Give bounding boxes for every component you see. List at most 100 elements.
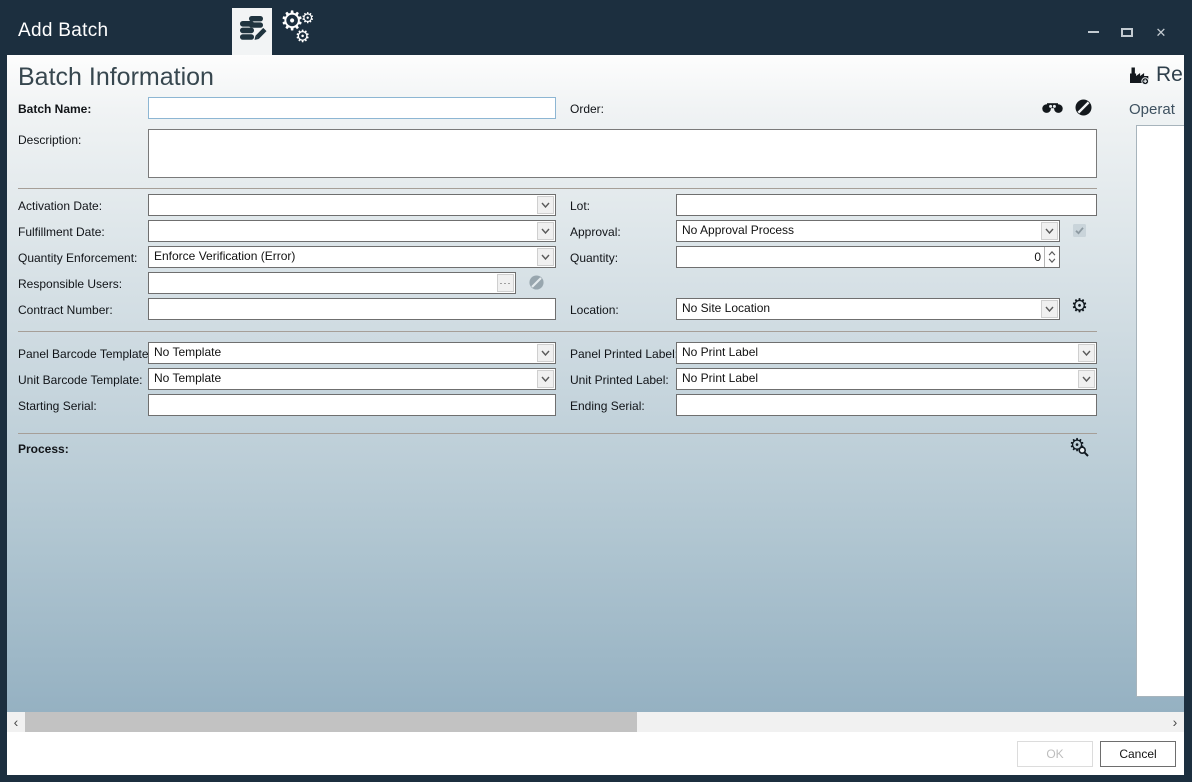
quantity-label: Quantity: — [570, 251, 618, 265]
quantity-enforcement-label: Quantity Enforcement: — [18, 251, 137, 265]
scrollbar-thumb[interactable] — [25, 712, 637, 732]
starting-serial-label: Starting Serial: — [18, 399, 97, 413]
browse-ellipsis-button[interactable]: ··· — [497, 274, 514, 292]
panel-barcode-template-value: No Template — [149, 343, 536, 363]
approval-value: No Approval Process — [677, 221, 1040, 241]
batch-name-label: Batch Name: — [18, 102, 91, 116]
minimize-button[interactable] — [1084, 24, 1102, 40]
chevron-down-icon — [1078, 344, 1095, 362]
location-value: No Site Location — [677, 299, 1040, 319]
approval-label: Approval: — [570, 225, 621, 239]
panel-printed-label-value: No Print Label — [677, 343, 1077, 363]
quantity-input[interactable] — [677, 247, 1044, 267]
fulfillment-date-label: Fulfillment Date: — [18, 225, 105, 239]
side-panel-subtitle: Operat — [1129, 101, 1175, 118]
separator — [18, 433, 1097, 434]
checkbox-check-icon — [1073, 224, 1086, 241]
location-combobox[interactable]: No Site Location — [676, 298, 1060, 320]
close-button[interactable]: ✕ — [1152, 24, 1170, 40]
lot-label: Lot: — [570, 199, 590, 213]
responsible-users-label: Responsible Users: — [18, 277, 122, 291]
gear-icon: ⚙ — [301, 11, 314, 26]
horizontal-scrollbar[interactable]: ‹ › — [7, 712, 1184, 732]
chevron-up-icon — [1048, 251, 1056, 256]
magnifier-icon — [1078, 444, 1089, 462]
page-title: Batch Information — [18, 63, 214, 92]
spinner-buttons[interactable] — [1044, 247, 1059, 267]
quantity-enforcement-combobox[interactable]: Enforce Verification (Error) — [148, 246, 556, 268]
chevron-down-icon — [1078, 370, 1095, 388]
location-settings-button[interactable]: ⚙ — [1071, 295, 1088, 318]
fulfillment-date-value — [149, 221, 536, 241]
batch-name-input[interactable] — [148, 97, 556, 119]
lot-input[interactable] — [676, 194, 1097, 216]
order-clear-button[interactable] — [1075, 99, 1092, 121]
starting-serial-input[interactable] — [148, 394, 556, 416]
quantity-enforcement-value: Enforce Verification (Error) — [149, 247, 536, 267]
unit-barcode-template-combobox[interactable]: No Template — [148, 368, 556, 390]
scroll-left-button[interactable]: ‹ — [7, 712, 25, 732]
cancel-button[interactable]: Cancel — [1100, 741, 1176, 767]
chevron-down-icon — [537, 222, 554, 240]
activation-date-value — [149, 195, 536, 215]
binoculars-icon — [1042, 101, 1063, 118]
responsible-users-clear-button[interactable] — [529, 275, 544, 295]
chevron-left-icon: ‹ — [14, 714, 19, 730]
panel-barcode-template-label: Panel Barcode Template: — [18, 347, 152, 361]
ending-serial-label: Ending Serial: — [570, 399, 645, 413]
chevron-down-icon — [537, 196, 554, 214]
batch-information-form: Batch Information Batch Name: Order: — [7, 55, 1184, 712]
panel-barcode-template-combobox[interactable]: No Template — [148, 342, 556, 364]
separator — [18, 331, 1097, 332]
panel-printed-label-combobox[interactable]: No Print Label — [676, 342, 1097, 364]
chevron-down-icon — [1041, 300, 1058, 318]
contract-number-label: Contract Number: — [18, 303, 113, 317]
order-search-button[interactable] — [1042, 101, 1063, 119]
approval-combobox[interactable]: No Approval Process — [676, 220, 1060, 242]
settings-gears-toolbar-button[interactable]: ⚙ ⚙ ⚙ — [278, 8, 322, 52]
ending-serial-input[interactable] — [676, 394, 1097, 416]
responsible-users-field[interactable]: ··· — [148, 272, 516, 294]
unit-barcode-template-value: No Template — [149, 369, 536, 389]
operations-list[interactable] — [1136, 125, 1184, 697]
maximize-button[interactable] — [1118, 24, 1136, 40]
titlebar: Add Batch ⚙ ⚙ ⚙ — [0, 0, 1192, 55]
panel-printed-label-label: Panel Printed Label: — [570, 347, 678, 361]
window-controls: ✕ — [1084, 24, 1170, 40]
minimize-icon — [1088, 31, 1099, 33]
contract-number-input[interactable] — [148, 298, 556, 320]
chevron-down-icon — [1048, 258, 1056, 263]
quantity-stepper[interactable] — [676, 246, 1060, 268]
ok-button[interactable]: OK — [1017, 741, 1093, 767]
chevron-down-icon — [537, 370, 554, 388]
close-icon: ✕ — [1156, 26, 1167, 39]
approval-required-checkbox[interactable] — [1073, 224, 1086, 242]
dialog-footer: OK Cancel — [7, 732, 1184, 775]
fulfillment-date-combobox[interactable] — [148, 220, 556, 242]
unit-printed-label-label: Unit Printed Label: — [570, 373, 669, 387]
description-input[interactable] — [148, 129, 1097, 178]
no-entry-slash-icon — [529, 277, 544, 294]
maximize-icon — [1121, 28, 1133, 37]
factory-add-icon — [1129, 66, 1150, 90]
separator — [18, 188, 1097, 189]
unit-printed-label-combobox[interactable]: No Print Label — [676, 368, 1097, 390]
dialog-content: Batch Information Batch Name: Order: — [7, 55, 1184, 775]
database-edit-toolbar-button[interactable] — [232, 8, 272, 55]
description-label: Description: — [18, 133, 81, 147]
order-label: Order: — [570, 102, 604, 116]
database-edit-icon — [237, 13, 267, 50]
location-label: Location: — [570, 303, 619, 317]
window-title: Add Batch — [18, 20, 108, 42]
gear-icon: ⚙ — [1071, 296, 1088, 317]
scroll-right-button[interactable]: › — [1166, 712, 1184, 732]
process-label: Process: — [18, 442, 69, 456]
no-entry-slash-icon — [1075, 103, 1092, 120]
unit-printed-label-value: No Print Label — [677, 369, 1077, 389]
chevron-down-icon — [1041, 222, 1058, 240]
chevron-down-icon — [537, 344, 554, 362]
activation-date-combobox[interactable] — [148, 194, 556, 216]
chevron-down-icon — [537, 248, 554, 266]
chevron-right-icon: › — [1173, 714, 1178, 730]
process-configure-button[interactable]: ⚙ — [1069, 435, 1091, 457]
